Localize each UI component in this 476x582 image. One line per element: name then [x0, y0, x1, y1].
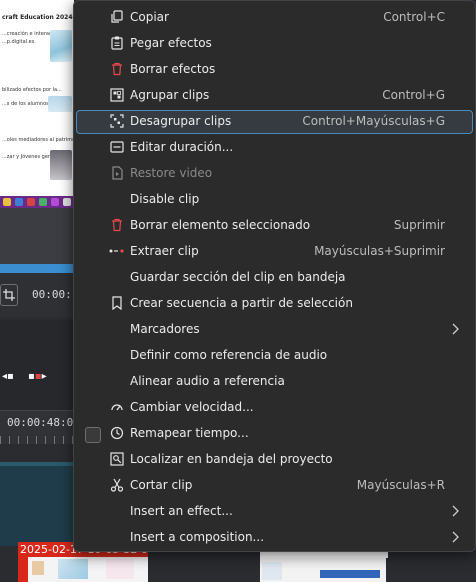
- menu-item-label: Guardar sección del clip en bandeja: [130, 270, 346, 284]
- trash-icon: [109, 61, 125, 77]
- menu-item-label: Copiar: [130, 10, 169, 24]
- menu-item-label: Disable clip: [130, 192, 200, 206]
- menu-item-label: Marcadores: [130, 322, 200, 336]
- menu-item-paste-effects[interactable]: Pegar efectos: [76, 32, 473, 56]
- menu-item-save-clip-section[interactable]: Guardar sección del clip en bandeja: [76, 266, 473, 290]
- copy-icon: [109, 9, 125, 25]
- scissors-icon: [109, 477, 125, 493]
- menu-item-disable-clip[interactable]: Disable clip: [76, 188, 473, 212]
- speed-icon: [109, 399, 125, 415]
- menu-item-shortcut: Mayúsculas+Suprimir: [314, 244, 445, 258]
- menu-item-shortcut: Suprimir: [393, 218, 445, 232]
- preview-image: [50, 150, 72, 180]
- menu-item-insert-effect[interactable]: Insert an effect...: [76, 500, 473, 524]
- menu-item-locate-in-bin[interactable]: Localizar en bandeja del proyecto: [76, 448, 473, 472]
- menu-item-markers[interactable]: Marcadores: [76, 318, 473, 342]
- clip-context-menu: Copiar Control+C Pegar efectos Borrar ef…: [73, 0, 476, 552]
- menu-item-label: Cortar clip: [130, 478, 193, 492]
- menu-item-label: Extraer clip: [130, 244, 199, 258]
- menu-item-shortcut: Control+Mayúsculas+G: [302, 114, 445, 128]
- menu-item-label: Insert an effect...: [130, 504, 233, 518]
- ungroup-icon: [109, 113, 125, 129]
- chevron-right-icon: [451, 531, 463, 545]
- keyframe-marker-icon[interactable]: ▪▪▸: [28, 371, 47, 382]
- preview-image: [50, 30, 72, 62]
- time-remap-icon: [109, 425, 125, 441]
- bookmark-icon: [109, 295, 125, 311]
- trash-icon: [109, 217, 125, 233]
- menu-item-ungroup-clips[interactable]: Desagrupar clips Control+Mayúsculas+G: [76, 110, 473, 134]
- menu-item-edit-duration[interactable]: Editar duración...: [76, 136, 473, 160]
- menu-item-set-audio-reference[interactable]: Definir como referencia de audio: [76, 344, 473, 368]
- menu-item-shortcut: Mayúsculas+R: [356, 478, 445, 492]
- menu-item-label: Crear secuencia a partir de selección: [130, 296, 353, 310]
- ruler-timecode: 00:00:48:00: [7, 416, 80, 429]
- timeline-timecode: 00:00:: [32, 288, 72, 301]
- menu-item-label: Localizar en bandeja del proyecto: [130, 452, 333, 466]
- menu-item-insert-composition[interactable]: Insert a composition...: [76, 526, 473, 550]
- menu-item-delete-effects[interactable]: Borrar efectos: [76, 58, 473, 82]
- restore-video-icon: [109, 165, 125, 181]
- chevron-right-icon: [451, 505, 463, 519]
- menu-item-group-clips[interactable]: Agrupar clips Control+G: [76, 84, 473, 108]
- menu-item-time-remap[interactable]: Remapear tiempo...: [76, 422, 473, 446]
- menu-item-label: Cambiar velocidad...: [130, 400, 254, 414]
- preview-taskbar-strip: [0, 196, 74, 208]
- menu-item-extract-clip[interactable]: Extraer clip Mayúsculas+Suprimir: [76, 240, 473, 264]
- time-remap-checkbox[interactable]: [85, 427, 101, 443]
- locate-icon: [109, 451, 125, 467]
- monitor-timeline-bar[interactable]: [0, 264, 74, 273]
- menu-item-align-audio[interactable]: Alinear audio a referencia: [76, 370, 473, 394]
- menu-item-cut-clip[interactable]: Cortar clip Mayúsculas+R: [76, 474, 473, 498]
- edit-duration-icon: [109, 139, 125, 155]
- menu-item-label: Agrupar clips: [130, 88, 210, 102]
- menu-item-delete-selected[interactable]: Borrar elemento seleccionado Suprimir: [76, 214, 473, 238]
- menu-item-label: Restore video: [130, 166, 213, 180]
- menu-item-restore-video: Restore video: [76, 162, 473, 186]
- menu-item-copy[interactable]: Copiar Control+C: [76, 6, 473, 30]
- clip-thumbnails: [28, 557, 148, 582]
- video-track[interactable]: [0, 462, 74, 546]
- menu-item-shortcut: Control+G: [382, 88, 445, 102]
- menu-item-shortcut: Control+C: [383, 10, 445, 24]
- group-icon: [109, 87, 125, 103]
- monitor-dark-area: [0, 208, 74, 264]
- chevron-right-icon: [451, 323, 463, 337]
- preview-line: ...s de los alumnos: [2, 101, 49, 107]
- menu-item-label: Alinear audio a referencia: [130, 374, 285, 388]
- menu-item-label: Desagrupar clips: [130, 114, 232, 128]
- menu-item-label: Pegar efectos: [130, 36, 212, 50]
- menu-item-label: Remapear tiempo...: [130, 426, 249, 440]
- preview-image: [48, 96, 72, 112]
- preview-line: ...p.digital.es: [2, 39, 35, 45]
- timeline-track-area: [0, 320, 74, 410]
- paste-effects-icon: [109, 35, 125, 51]
- timeline-clip-thumbnail[interactable]: [258, 552, 388, 582]
- menu-item-label: Borrar elemento seleccionado: [130, 218, 311, 232]
- preview-title: craft Education 2024-2025 se: [2, 14, 74, 21]
- menu-item-label: Editar duración...: [130, 140, 234, 154]
- extract-icon: [109, 243, 125, 259]
- menu-item-label: Insert a composition...: [130, 530, 265, 544]
- preview-line: ...oles mediadores al patrimo: [2, 137, 74, 143]
- menu-item-label: Definir como referencia de audio: [130, 348, 328, 362]
- menu-item-change-speed[interactable]: Cambiar velocidad...: [76, 396, 473, 420]
- menu-item-label: Borrar efectos: [130, 62, 216, 76]
- crop-icon: [3, 289, 15, 301]
- keyframe-marker-icon[interactable]: ◂▪: [2, 371, 14, 382]
- project-monitor-preview: craft Education 2024-2025 se ...creación…: [0, 0, 74, 196]
- preview-line: bilizado efectos por la...: [2, 87, 62, 93]
- crop-tool-button[interactable]: [0, 284, 18, 306]
- menu-item-create-sequence[interactable]: Crear secuencia a partir de selección: [76, 292, 473, 316]
